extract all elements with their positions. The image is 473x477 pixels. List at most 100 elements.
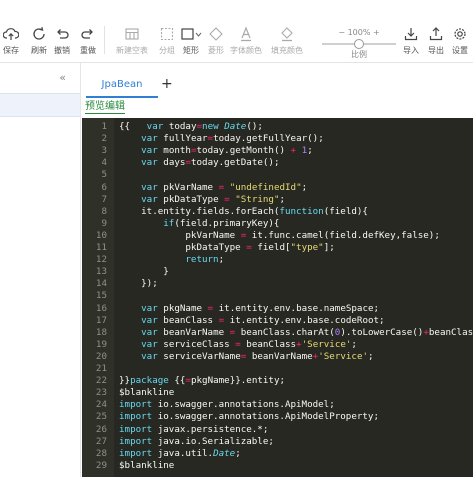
settings-button[interactable]: 设置: [447, 26, 473, 56]
diamond-icon: [203, 26, 229, 42]
import-label: 导入: [403, 46, 419, 55]
code-text: }: [119, 266, 169, 278]
cloud-upload-icon: [0, 26, 24, 42]
left-panel: «: [0, 63, 81, 477]
code-line[interactable]: 11 pkDataType = field["type"];: [82, 242, 335, 254]
line-number: 7: [101, 193, 107, 205]
gear-icon: [447, 26, 473, 42]
diamond-button[interactable]: 菱形: [203, 26, 229, 56]
line-number: 29: [95, 459, 107, 471]
code-text: import javax.persistence.*;: [119, 423, 269, 435]
add-tab-button[interactable]: +: [161, 74, 173, 94]
toolbar: 保存 刷新 撤销 重做 新建空表 分组 矩形 菱形 字体颜色 填充颜色 − 10…: [0, 0, 473, 63]
code-text: var fullYear=today.getFullYear();: [141, 133, 324, 145]
zoom-slider-knob[interactable]: [354, 39, 364, 49]
export-button[interactable]: 导出: [423, 26, 449, 56]
import-button[interactable]: 导入: [398, 26, 424, 56]
code-text: pkVarName = it.func.camel(field.defKey,f…: [119, 229, 440, 241]
tree-item-selected[interactable]: [0, 93, 80, 117]
code-text: import io.swagger.annotations.ApiModel;: [119, 399, 335, 411]
code-line[interactable]: 16 var pkgName = it.entity.env.base.name…: [82, 303, 379, 315]
code-line[interactable]: 20 var serviceVarName= beanVarName+'Serv…: [82, 351, 374, 363]
fill-color-button[interactable]: 填充颜色: [270, 26, 304, 56]
code-text: {{ var today=new Date();: [119, 121, 263, 132]
code-line[interactable]: 17 var beanClass = it.entity.env.base.co…: [82, 315, 385, 327]
group-icon: [154, 26, 180, 42]
line-number: 2: [101, 133, 107, 145]
code-text: var pkVarName = "undefinedId";: [141, 181, 308, 193]
line-number: 21: [95, 363, 107, 374]
line-number: 20: [95, 350, 107, 362]
rect-button[interactable]: 矩形: [178, 26, 204, 56]
code-line[interactable]: 13 }: [82, 266, 169, 278]
code-line[interactable]: 8 it.entity.fields.forEach(function(fiel…: [82, 206, 368, 218]
code-line[interactable]: 14 });: [82, 278, 158, 290]
line-number: 3: [101, 145, 107, 157]
code-line[interactable]: 2 var fullYear=today.getFullYear();: [82, 133, 324, 145]
code-editor[interactable]: 1{{ var today=new Date(); 2 var fullYear=…: [82, 118, 473, 477]
code-line[interactable]: 5: [82, 169, 119, 181]
code-line[interactable]: 21: [82, 363, 119, 375]
code-line[interactable]: 22}}package {{=pkgName}}.entity;: [82, 375, 285, 387]
save-button[interactable]: 保存: [0, 26, 24, 56]
code-line[interactable]: 7 var pkDataType = "String";: [82, 194, 285, 206]
undo-button[interactable]: 撤销: [49, 26, 75, 56]
line-number: 18: [95, 326, 107, 338]
zoom-slider-track[interactable]: [322, 39, 396, 49]
group-button[interactable]: 分组: [154, 26, 180, 56]
code-line[interactable]: 19 var serviceClass = beanClass+'Service…: [82, 339, 357, 351]
zoom-control[interactable]: − 100% + 比例: [318, 28, 400, 60]
tab-preview-edit[interactable]: 预览编辑: [85, 100, 125, 114]
code-line[interactable]: 24 import io.swagger.annotations.ApiModel…: [82, 399, 335, 411]
redo-button[interactable]: 重做: [75, 26, 101, 56]
code-line[interactable]: 29 $blankline: [82, 460, 174, 472]
tab-jpabean[interactable]: JpaBean: [86, 74, 158, 98]
font-color-label: 字体颜色: [230, 46, 262, 55]
line-number: 11: [95, 242, 107, 253]
group-label: 分组: [159, 46, 175, 55]
code-text: });: [119, 278, 158, 290]
code-line[interactable]: 6 var pkVarName = "undefinedId";: [82, 182, 307, 194]
toolbar-divider: [104, 26, 105, 54]
code-line[interactable]: 18 var beanVarName = beanClass.charAt(0)…: [82, 327, 473, 339]
code-text: var pkgName = it.entity.env.base.nameSpa…: [141, 302, 380, 314]
code-line[interactable]: 12 return;: [82, 254, 224, 266]
save-label: 保存: [3, 46, 19, 55]
code-line[interactable]: 28 import java.util.Date;: [82, 448, 241, 460]
line-number: 22: [95, 375, 107, 387]
code-line[interactable]: 9 if(field.primaryKey){: [82, 218, 279, 230]
export-icon: [423, 26, 449, 42]
zoom-value: 100%: [347, 28, 371, 37]
line-number: 25: [95, 411, 107, 423]
export-label: 导出: [428, 46, 444, 55]
font-color-button[interactable]: 字体颜色: [229, 26, 263, 56]
code-text: import io.swagger.annotations.ApiModelPr…: [119, 411, 379, 423]
collapse-panel-button[interactable]: «: [59, 71, 66, 84]
code-text: var month=today.getMonth() + 1;: [141, 145, 313, 157]
code-text: $blankline: [119, 459, 175, 471]
code-line[interactable]: 1 {{ var today=new Date();: [82, 121, 263, 133]
font-color-icon: [229, 26, 263, 42]
code-line[interactable]: 25 import io.swagger.annotations.ApiModel…: [82, 411, 379, 423]
line-number: 16: [95, 302, 107, 314]
line-number: 10: [95, 229, 107, 241]
code-text: if(field.primaryKey){: [163, 217, 280, 229]
code-line[interactable]: 3 var month=today.getMonth() + 1;: [82, 145, 313, 157]
line-number: 19: [95, 338, 107, 350]
line-number: 4: [101, 157, 107, 169]
line-number: 8: [101, 205, 107, 217]
table-icon: [112, 26, 152, 42]
paint-bucket-icon: [270, 26, 304, 42]
new-table-label: 新建空表: [116, 46, 148, 55]
code-line[interactable]: 23 $blankline: [82, 387, 174, 399]
new-table-button[interactable]: 新建空表: [112, 26, 152, 56]
rect-label: 矩形: [183, 46, 199, 55]
line-number: 26: [95, 423, 107, 435]
code-line[interactable]: 26 import javax.persistence.*;: [82, 424, 268, 436]
code-line[interactable]: 15: [82, 290, 119, 302]
fill-color-label: 填充颜色: [271, 46, 303, 55]
code-line[interactable]: 4 var days=today.getDate();: [82, 157, 279, 169]
line-number: 12: [95, 254, 107, 266]
code-line[interactable]: 10 pkVarName = it.func.camel(field.defKe…: [82, 230, 440, 242]
code-line[interactable]: 27 import java.io.Serializable;: [82, 436, 274, 448]
